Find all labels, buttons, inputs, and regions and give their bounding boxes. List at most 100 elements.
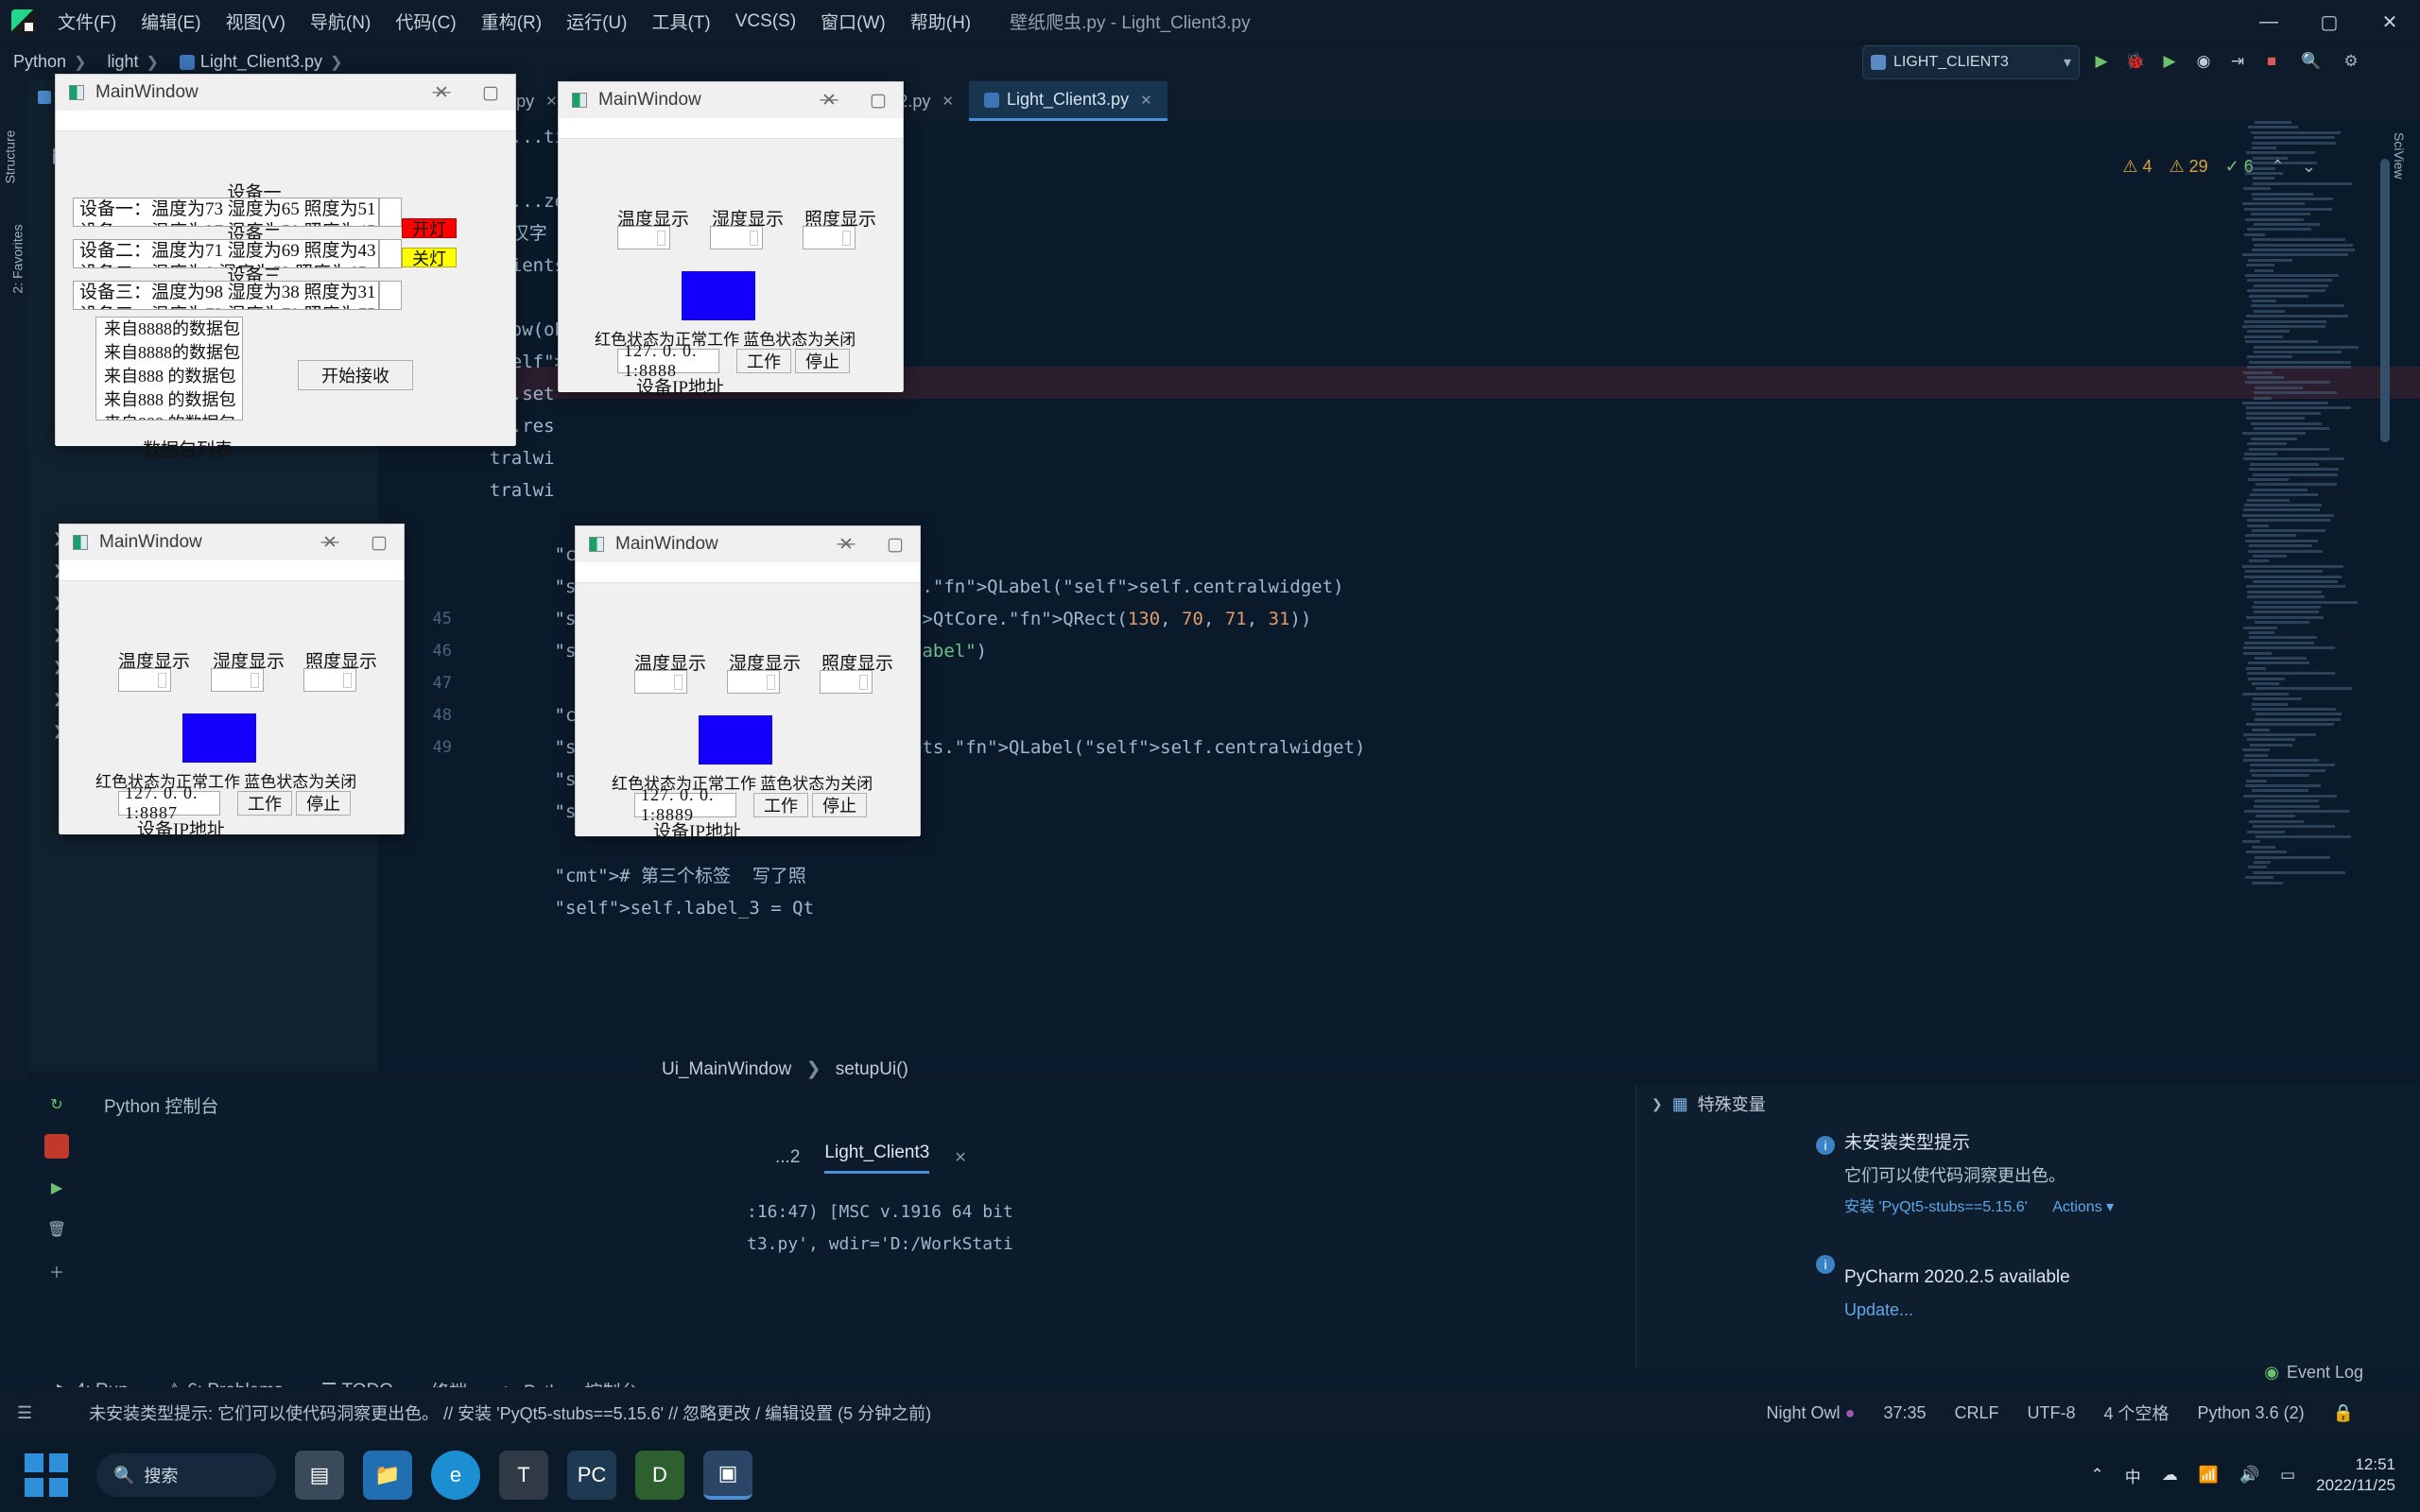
client-window-8888[interactable]: MainWindow — ▢ ✕ 温度显示 湿度显示 照度显示 红色状态为正常工… bbox=[558, 81, 904, 391]
bottom-breadcrumb-class[interactable]: Ui_MainWindow bbox=[662, 1059, 791, 1079]
start-receive-button[interactable]: 开始接收 bbox=[298, 360, 413, 390]
client-8889-title-bar[interactable]: MainWindow — ▢ ✕ bbox=[576, 526, 920, 562]
light-off-button[interactable]: 关灯 bbox=[402, 248, 457, 267]
taskbar-battery-icon[interactable]: ▭ bbox=[2280, 1466, 2295, 1485]
statusbar-interpreter[interactable]: Python 3.6 (2) bbox=[2198, 1403, 2305, 1423]
ip-field[interactable]: 127. 0. 0. 1:8887 bbox=[118, 791, 220, 816]
menu-tools[interactable]: 工具(T) bbox=[639, 9, 722, 34]
statusbar-theme[interactable]: Night Owl ● bbox=[1767, 1403, 1856, 1423]
work-button[interactable]: 工作 bbox=[736, 349, 791, 373]
lux-field[interactable] bbox=[803, 226, 856, 249]
lux-field[interactable] bbox=[820, 670, 873, 694]
menu-navigate[interactable]: 导航(N) bbox=[298, 9, 383, 34]
event-log-button[interactable]: ◉ Event Log bbox=[2264, 1363, 2363, 1383]
statusbar-indent[interactable]: 4 个空格 bbox=[2104, 1400, 2169, 1425]
statusbar-encoding[interactable]: UTF-8 bbox=[2028, 1403, 2076, 1423]
device3-spinner[interactable] bbox=[379, 281, 402, 310]
taskbar-volume-icon[interactable]: 🔊 bbox=[2239, 1466, 2259, 1485]
menu-run[interactable]: 运行(U) bbox=[554, 9, 639, 34]
work-button[interactable]: 工作 bbox=[753, 793, 808, 817]
taskbar-app-icon[interactable]: D bbox=[635, 1451, 684, 1500]
close-icon[interactable]: ✕ bbox=[942, 93, 954, 110]
humidity-field[interactable] bbox=[710, 226, 763, 249]
humidity-field[interactable] bbox=[211, 668, 264, 692]
temp-field[interactable] bbox=[118, 668, 171, 692]
taskbar-onedrive-icon[interactable]: ☁ bbox=[2162, 1466, 2178, 1485]
close-button[interactable]: ✕ bbox=[417, 75, 466, 111]
taskbar-chevron-up-icon[interactable]: ⌃ bbox=[2091, 1466, 2104, 1485]
add-icon[interactable]: ＋ bbox=[44, 1259, 69, 1283]
server-window-title-bar[interactable]: MainWindow — ▢ ✕ bbox=[56, 75, 515, 111]
editor-minimap[interactable] bbox=[2242, 121, 2365, 905]
warning-badge[interactable]: ⚠ 4 bbox=[2122, 157, 2152, 177]
menu-vcs[interactable]: VCS(S) bbox=[723, 11, 808, 32]
maximize-button[interactable]: ▢ bbox=[354, 524, 404, 560]
scrollbar-thumb[interactable] bbox=[2380, 159, 2390, 442]
profile-button[interactable]: ◉ bbox=[2189, 47, 2218, 76]
stop-button[interactable]: 停止 bbox=[812, 793, 867, 817]
rerun-icon[interactable]: ↻ bbox=[44, 1092, 69, 1117]
stop-button[interactable]: ■ bbox=[2257, 47, 2286, 76]
breadcrumb-item-file[interactable]: Light_Client3.py bbox=[180, 52, 322, 72]
close-icon[interactable]: ✕ bbox=[1140, 92, 1152, 109]
breadcrumb-item-light[interactable]: light bbox=[107, 52, 138, 72]
left-strip-favorites-label[interactable]: 2: Favorites bbox=[10, 224, 26, 293]
special-variables-header[interactable]: ❯ ▦ 特殊变量 bbox=[1636, 1085, 2420, 1123]
taskbar-terminal-icon[interactable]: T bbox=[499, 1451, 548, 1500]
taskbar-explorer-icon[interactable]: 📁 bbox=[363, 1451, 412, 1500]
light-on-button[interactable]: 开灯 bbox=[402, 218, 457, 238]
stop-button[interactable]: 停止 bbox=[296, 791, 351, 816]
taskbar-search[interactable]: 🔍 搜索 bbox=[96, 1453, 276, 1497]
run-configuration-selector[interactable]: LIGHT_CLIENT3 ▾ bbox=[1862, 45, 2080, 79]
device2-spinner[interactable] bbox=[379, 239, 402, 268]
ip-field[interactable]: 127. 0. 0. 1:8889 bbox=[634, 793, 736, 817]
temp-field[interactable] bbox=[634, 670, 687, 694]
ide-maximize-button[interactable]: ▢ bbox=[2299, 0, 2360, 43]
menu-refactor[interactable]: 重构(R) bbox=[469, 9, 554, 34]
debug-button[interactable]: 🐞 bbox=[2121, 47, 2150, 76]
statusbar-menu-icon[interactable]: ☰ bbox=[17, 1403, 32, 1423]
taskbar-edge-icon[interactable]: e bbox=[431, 1451, 480, 1500]
actions-dropdown[interactable]: Actions ▾ bbox=[2052, 1199, 2114, 1215]
close-button[interactable]: ✕ bbox=[305, 524, 354, 560]
client-window-8887[interactable]: MainWindow — ▢ ✕ 温度显示 湿度显示 照度显示 红色状态为正常工… bbox=[59, 524, 405, 833]
client-8888-title-bar[interactable]: MainWindow — ▢ ✕ bbox=[559, 82, 903, 118]
humidity-field[interactable] bbox=[727, 670, 780, 694]
client-8887-title-bar[interactable]: MainWindow — ▢ ✕ bbox=[60, 524, 404, 560]
maximize-button[interactable]: ▢ bbox=[854, 82, 903, 118]
left-strip-structure-label[interactable]: Structure bbox=[2, 130, 17, 184]
ip-field[interactable]: 127. 0. 0. 1:8888 bbox=[617, 349, 719, 373]
device1-spinner[interactable] bbox=[379, 198, 402, 227]
attach-button[interactable]: ⇥ bbox=[2223, 47, 2252, 76]
taskbar-ime-indicator[interactable]: 中 bbox=[2125, 1464, 2141, 1487]
bottom-breadcrumb-method[interactable]: setupUi() bbox=[836, 1059, 908, 1079]
taskbar-active-window-icon[interactable]: ▣ bbox=[703, 1451, 752, 1500]
close-button[interactable]: ✕ bbox=[804, 82, 854, 118]
work-button[interactable]: 工作 bbox=[237, 791, 292, 816]
statusbar-line-separator[interactable]: CRLF bbox=[1954, 1403, 1998, 1423]
sciview-label[interactable]: SciView bbox=[2392, 132, 2407, 180]
maximize-button[interactable]: ▢ bbox=[466, 75, 515, 111]
run-with-coverage-button[interactable]: ▶ bbox=[2155, 47, 2184, 76]
menu-file[interactable]: 文件(F) bbox=[45, 9, 129, 34]
trash-icon[interactable]: 🗑 bbox=[44, 1217, 69, 1242]
tab-light-client3[interactable]: Light_Client3.py ✕ bbox=[969, 81, 1167, 121]
editor-scrollbar[interactable] bbox=[2378, 121, 2392, 1028]
menu-edit[interactable]: 编辑(E) bbox=[129, 9, 213, 34]
statusbar-caret-position[interactable]: 37:35 bbox=[1883, 1403, 1926, 1423]
close-button[interactable]: ✕ bbox=[821, 526, 871, 562]
weak-warning-badge[interactable]: ⚠ 29 bbox=[2169, 157, 2208, 177]
console-tab-other[interactable]: ...2 bbox=[775, 1147, 800, 1168]
ide-minimize-button[interactable]: — bbox=[2238, 0, 2299, 43]
update-link[interactable]: Update... bbox=[1844, 1296, 2401, 1324]
menu-window[interactable]: 窗口(W) bbox=[808, 9, 898, 34]
maximize-button[interactable]: ▢ bbox=[871, 526, 920, 562]
menu-code[interactable]: 代码(C) bbox=[383, 9, 468, 34]
install-stubs-link[interactable]: 安装 'PyQt5-stubs==5.15.6' bbox=[1844, 1199, 2028, 1215]
taskbar-network-icon[interactable]: 📶 bbox=[2199, 1466, 2219, 1485]
settings-gear-icon[interactable]: ⚙ bbox=[2337, 47, 2365, 76]
taskbar-clock[interactable]: 12:51 2022/11/25 bbox=[2316, 1454, 2395, 1496]
stop-button[interactable]: 停止 bbox=[795, 349, 850, 373]
console-tab-light-client3[interactable]: Light_Client3 bbox=[824, 1143, 929, 1174]
search-everywhere-icon[interactable]: 🔍 bbox=[2297, 47, 2325, 76]
